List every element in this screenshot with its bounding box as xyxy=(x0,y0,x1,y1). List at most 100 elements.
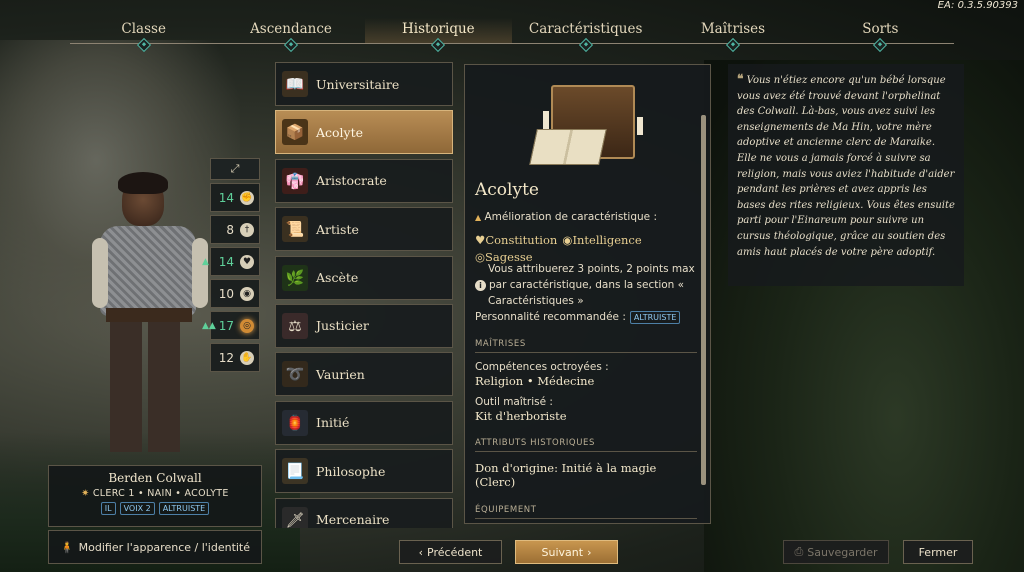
attribute-intelligence: Intelligence xyxy=(572,233,642,247)
double-bonus-arrow-icon: ▲▲ xyxy=(202,320,216,331)
improvement-label: Amélioration de caractéristique : xyxy=(484,211,658,223)
close-button[interactable]: Fermer xyxy=(903,540,973,564)
check-diamond-icon xyxy=(873,37,888,53)
fist-icon: ✊ xyxy=(240,190,254,205)
stat-intelligence[interactable]: 10 ◉ xyxy=(210,279,260,308)
background-item-vaurien[interactable]: ➰ Vaurien xyxy=(275,352,453,397)
character-class-line: CLERC 1 • NAIN • ACOLYTE xyxy=(92,488,229,499)
book-icon: 📖 xyxy=(282,71,308,97)
background-list: 📖 Universitaire 📦 Acolyte 👘 Aristocrate 📜 Ar… xyxy=(275,62,453,528)
tab-caracteristiques[interactable]: Caractéristiques xyxy=(511,18,660,53)
expand-icon[interactable]: ⤢ xyxy=(210,158,260,180)
character-legs xyxy=(110,322,180,452)
background-label: Acolyte xyxy=(316,124,364,140)
stat-constitution[interactable]: ▲ 14 ♥ xyxy=(202,247,260,276)
tab-sorts[interactable]: Sorts xyxy=(806,18,954,53)
eye-icon: ◎ xyxy=(240,318,254,333)
improvement-line: ▲ Amélioration de caractéristique : xyxy=(475,211,657,223)
close-label: Fermer xyxy=(918,545,958,559)
tab-ascendance[interactable]: Ascendance xyxy=(217,18,365,53)
candle-icon xyxy=(543,111,549,129)
sword-icon: 🗡 xyxy=(282,506,308,528)
origin-gift-class: (Clerc) xyxy=(475,475,516,489)
info-icon: i xyxy=(475,280,486,291)
next-button[interactable]: Suivant › xyxy=(515,540,618,564)
background-item-philosophe[interactable]: 📃 Philosophe xyxy=(275,449,453,494)
background-item-acolyte[interactable]: 📦 Acolyte xyxy=(275,110,453,155)
character-card: Berden Colwall ✷ CLERC 1 • NAIN • ACOLYT… xyxy=(48,465,262,527)
tab-label: Caractéristiques xyxy=(528,21,643,37)
character-subtitle: ✷ CLERC 1 • NAIN • ACOLYTE xyxy=(49,488,261,499)
section-attributes: ATTRIBUTS HISTORIQUES xyxy=(475,438,697,452)
tab-historique[interactable]: Historique xyxy=(364,18,512,53)
check-diamond-icon xyxy=(283,37,299,53)
personality-tag: ALTRUISTE xyxy=(629,311,681,324)
character-name: Berden Colwall xyxy=(108,471,202,485)
person-icon: 🧍 xyxy=(59,540,74,554)
background-item-mercenaire[interactable]: 🗡 Mercenaire xyxy=(275,497,453,528)
stat-value: 14 xyxy=(218,190,234,205)
detail-scrollbar-thumb[interactable] xyxy=(701,115,706,485)
modify-appearance-button[interactable]: 🧍 Modifier l'apparence / l'identité xyxy=(48,530,262,564)
background-label: Aristocrate xyxy=(316,173,387,189)
stat-value: 17 xyxy=(218,318,234,333)
dagger-icon: † xyxy=(240,222,254,237)
heart-icon: ♥ xyxy=(240,254,254,269)
background-item-justicier[interactable]: ⚖ Justicier xyxy=(275,303,453,348)
heart-icon: ♥ xyxy=(475,233,486,247)
previous-button[interactable]: ‹ Précédent xyxy=(399,540,502,564)
points-text-2: par caractéristique, dans la section « xyxy=(489,279,685,291)
personality-label: Personnalité recommandée : xyxy=(475,311,626,323)
background-label: Initié xyxy=(316,415,350,431)
stat-dexterity[interactable]: 8 † xyxy=(210,215,260,244)
section-maitrises: MAÎTRISES xyxy=(475,339,697,353)
sun-icon: ✷ xyxy=(81,488,90,499)
stat-value: 12 xyxy=(218,350,234,365)
chevron-left-icon: ‹ xyxy=(418,545,424,559)
gavel-icon: ⚖ xyxy=(282,312,308,339)
stat-value: 14 xyxy=(218,254,234,269)
skills-value: Religion • Médecine xyxy=(475,374,595,388)
check-diamond-icon xyxy=(725,37,741,53)
version-label: EA: 0.3.5.90393 xyxy=(937,0,1018,11)
previous-label: Précédent xyxy=(427,545,483,559)
background-label: Justicier xyxy=(316,318,369,334)
stat-strength[interactable]: 14 ✊ xyxy=(210,183,260,212)
character-hair xyxy=(118,172,168,194)
tool-value: Kit d'herboriste xyxy=(475,409,567,423)
brain-icon: ◉ xyxy=(562,233,573,247)
lore-text: Vous n'étiez encore qu'un bébé lorsque v… xyxy=(737,75,955,258)
scroll-icon: 📜 xyxy=(282,216,308,243)
character-model[interactable] xyxy=(92,168,212,458)
section-equipment: ÉQUIPEMENT xyxy=(475,505,697,519)
tab-maitrises[interactable]: Maîtrises xyxy=(659,18,807,53)
background-item-aristocrate[interactable]: 👘 Aristocrate xyxy=(275,158,453,203)
check-diamond-icon xyxy=(578,37,593,53)
save-label: Sauvegarder xyxy=(807,545,878,559)
stat-value: 8 xyxy=(226,222,234,237)
stat-charisma[interactable]: 12 ✋ xyxy=(210,343,260,372)
creation-tabs: Classe Ascendance Historique Caractérist… xyxy=(70,18,954,53)
ability-scores: ⤢ 14 ✊ 8 † ▲ 14 ♥ 10 ◉ ▲▲ 17 ◎ 12 ✋ xyxy=(202,158,260,372)
hand-icon: ✋ xyxy=(240,350,254,365)
rope-icon: ➰ xyxy=(282,361,308,388)
background-item-artiste[interactable]: 📜 Artiste xyxy=(275,207,453,252)
character-belt xyxy=(106,308,192,322)
chevron-right-icon: › xyxy=(587,545,592,559)
tab-classe[interactable]: Classe xyxy=(70,18,218,53)
tab-label: Maîtrises xyxy=(700,21,766,37)
background-item-initie[interactable]: 🏮 Initié xyxy=(275,400,453,445)
lantern-icon: 🏮 xyxy=(282,409,308,436)
altar-icon: 📦 xyxy=(282,119,308,146)
background-label: Mercenaire xyxy=(316,512,390,528)
background-label: Ascète xyxy=(316,270,359,286)
tool-label: Outil maîtrisé : xyxy=(475,396,553,408)
background-item-ascete[interactable]: 🌿 Ascète xyxy=(275,255,453,300)
save-button[interactable]: ⎙ Sauvegarder xyxy=(783,540,889,564)
attribute-constitution: Constitution xyxy=(485,233,558,247)
tab-label: Sorts xyxy=(862,21,899,37)
character-arm xyxy=(92,238,108,308)
personality-line: Personnalité recommandée : ALTRUISTE xyxy=(475,311,681,324)
stat-wisdom[interactable]: ▲▲ 17 ◎ xyxy=(202,311,260,340)
background-item-universitaire[interactable]: 📖 Universitaire xyxy=(275,62,453,106)
